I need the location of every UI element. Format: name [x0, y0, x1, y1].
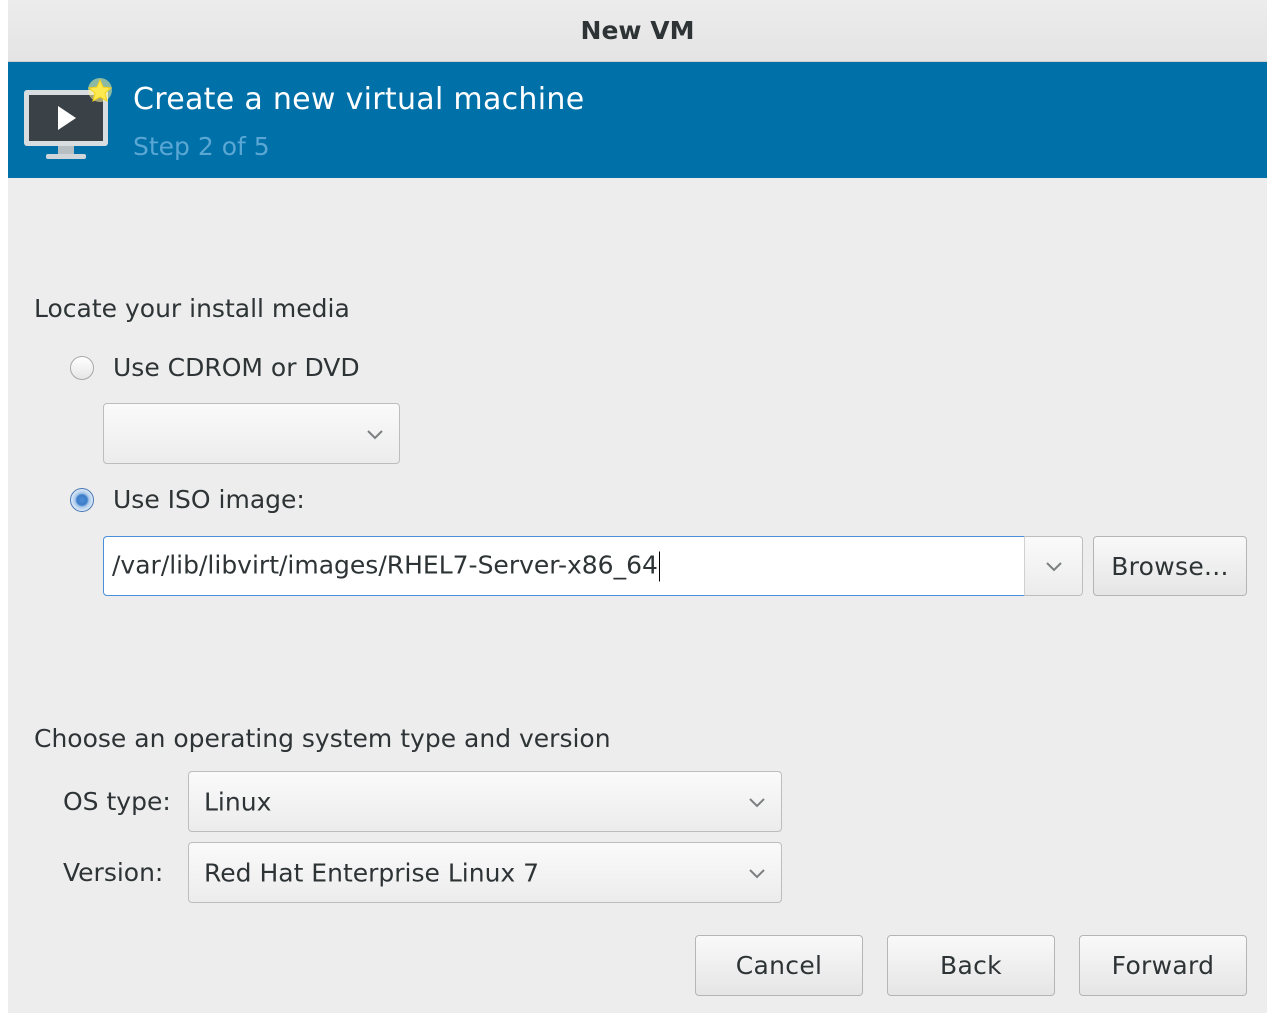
os-heading: Choose an operating system type and vers… [34, 724, 611, 753]
iso-path-input[interactable]: /var/lib/libvirt/images/RHEL7-Server-x86… [103, 536, 1025, 596]
iso-radio-label[interactable]: Use ISO image: [113, 485, 305, 514]
cdrom-device-select[interactable] [103, 403, 400, 464]
version-label: Version: [63, 858, 164, 887]
iso-path-value: /var/lib/libvirt/images/RHEL7-Server-x86… [112, 550, 658, 580]
chevron-down-icon [367, 429, 383, 439]
wizard-header: Create a new virtual machine Step 2 of 5 [8, 62, 1267, 178]
os-type-label: OS type: [63, 787, 171, 816]
version-select[interactable]: Red Hat Enterprise Linux 7 [188, 842, 782, 903]
iso-history-dropdown[interactable] [1024, 536, 1083, 596]
os-type-select[interactable]: Linux [188, 771, 782, 832]
virtual-machine-new-icon [24, 78, 113, 159]
forward-button[interactable]: Forward [1079, 935, 1247, 996]
chevron-down-icon [749, 868, 765, 878]
window-title: New VM [580, 16, 695, 45]
install-media-heading: Locate your install media [34, 294, 350, 323]
cdrom-radio[interactable] [70, 356, 94, 380]
chevron-down-icon [1045, 562, 1062, 572]
os-type-value: Linux [204, 787, 272, 816]
browse-button[interactable]: Browse... [1093, 536, 1247, 596]
cancel-button[interactable]: Cancel [695, 935, 863, 996]
text-cursor [658, 551, 660, 582]
wizard-step: Step 2 of 5 [133, 132, 270, 161]
cdrom-radio-label[interactable]: Use CDROM or DVD [113, 353, 360, 382]
iso-radio[interactable] [70, 488, 94, 512]
back-button[interactable]: Back [887, 935, 1055, 996]
wizard-title: Create a new virtual machine [133, 82, 585, 117]
chevron-down-icon [749, 797, 765, 807]
title-bar[interactable]: New VM [8, 0, 1267, 62]
version-value: Red Hat Enterprise Linux 7 [204, 858, 540, 887]
new-vm-dialog: New VM Create a new virtual machine Step… [8, 0, 1267, 1013]
